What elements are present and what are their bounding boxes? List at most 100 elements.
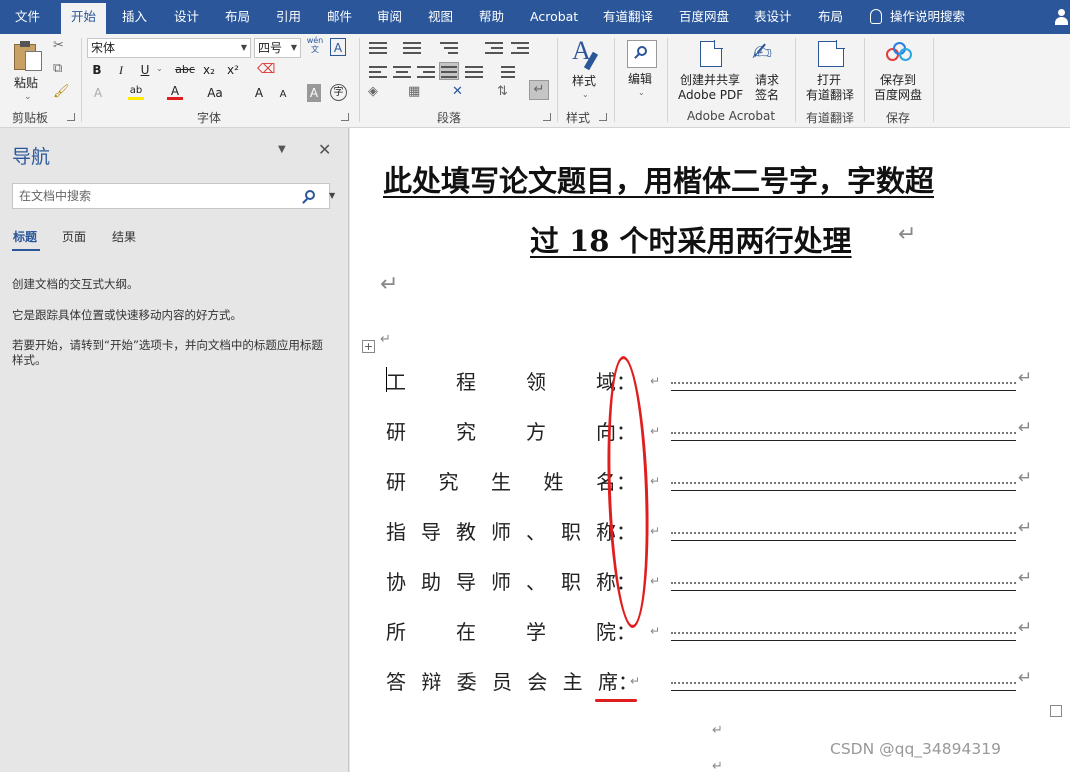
account-icon[interactable]	[1054, 9, 1068, 25]
format-painter-icon[interactable]: 🖌	[53, 84, 70, 99]
paste-button-label[interactable]: 粘贴	[14, 74, 38, 91]
form-row-input-line[interactable]	[671, 432, 1016, 441]
tab-insert[interactable]: 插入	[122, 0, 147, 34]
copy-icon[interactable]: ⧉	[53, 61, 62, 76]
clipboard-launcher-icon[interactable]	[67, 113, 75, 121]
tab-baidu[interactable]: 百度网盘	[679, 0, 729, 34]
distributed-icon[interactable]	[465, 64, 483, 78]
chinese-layout-icon[interactable]: ✕	[452, 84, 463, 99]
tab-file[interactable]: 文件	[15, 0, 40, 34]
tab-table-design[interactable]: 表设计	[754, 0, 792, 34]
line-spacing-icon[interactable]	[497, 64, 515, 78]
editing-button-label[interactable]: 编辑	[628, 72, 652, 87]
adobe-pdf-label[interactable]: Adobe PDF	[678, 88, 743, 103]
show-marks-icon[interactable]: ↵	[529, 80, 549, 100]
search-icon[interactable]	[305, 190, 315, 200]
sign-label[interactable]: 签名	[755, 88, 779, 103]
bullets-icon[interactable]	[369, 40, 387, 54]
chevron-down-icon[interactable]: ⌄	[156, 64, 163, 73]
sort-icon[interactable]: ⇅	[497, 84, 508, 99]
search-input[interactable]	[19, 187, 289, 205]
form-row-input-line[interactable]	[671, 682, 1016, 691]
paste-dropdown-icon[interactable]: ⌄	[24, 92, 32, 102]
find-icon[interactable]	[627, 40, 657, 68]
thesis-title-line-2[interactable]: 过 18 个时采用两行处理	[530, 218, 852, 260]
styles-button-label[interactable]: 样式	[572, 74, 596, 89]
decrease-indent-icon[interactable]	[485, 40, 503, 54]
paragraph-launcher-icon[interactable]	[543, 113, 551, 121]
thesis-title-line-1[interactable]: 此处填写论文题目，用楷体二号字，字数超	[383, 158, 934, 200]
tab-youdao[interactable]: 有道翻译	[603, 0, 653, 34]
request-signature-icon[interactable]: ✍	[752, 38, 772, 66]
justify-icon[interactable]	[439, 62, 459, 80]
tab-help[interactable]: 帮助	[479, 0, 504, 34]
bold-button[interactable]: B	[88, 61, 106, 79]
tab-home[interactable]: 开始	[61, 3, 107, 34]
tab-acrobat[interactable]: Acrobat	[530, 0, 578, 34]
cut-icon[interactable]: ✂	[53, 38, 64, 53]
close-icon[interactable]: ✕	[318, 140, 331, 159]
form-row-input-line[interactable]	[671, 382, 1016, 391]
underline-button[interactable]: U	[136, 61, 154, 79]
nav-search-box[interactable]: ▼	[12, 183, 335, 209]
youdao-translate-label[interactable]: 有道翻译	[806, 88, 854, 103]
youdao-open-label[interactable]: 打开	[817, 73, 841, 88]
tab-design[interactable]: 设计	[174, 0, 199, 34]
chevron-down-icon[interactable]: ⌄	[638, 88, 645, 97]
font-launcher-icon[interactable]	[341, 113, 349, 121]
subscript-button[interactable]: x₂	[200, 61, 218, 79]
increase-indent-icon[interactable]	[511, 40, 529, 54]
align-right-icon[interactable]	[417, 64, 435, 78]
chevron-down-icon[interactable]: ⌄	[582, 90, 589, 99]
grow-font-button[interactable]: A	[252, 84, 266, 102]
shading-icon[interactable]: ◈	[368, 84, 378, 99]
table-resize-handle[interactable]	[1050, 705, 1062, 717]
nav-options-icon[interactable]: ▼	[278, 144, 286, 155]
char-border-button[interactable]: A	[330, 38, 346, 56]
strikethrough-button[interactable]: abc	[174, 61, 196, 79]
tab-review[interactable]: 审阅	[377, 0, 402, 34]
create-share-label[interactable]: 创建并共享	[680, 73, 740, 88]
baidu-netdisk-icon[interactable]	[886, 42, 914, 64]
shrink-font-button[interactable]: A	[277, 86, 289, 104]
form-row-input-line[interactable]	[671, 482, 1016, 491]
clear-formatting-icon[interactable]: ⌫	[257, 62, 275, 77]
char-shading-button[interactable]: A	[307, 84, 321, 102]
tab-references[interactable]: 引用	[276, 0, 301, 34]
chevron-down-icon[interactable]: ▼	[329, 191, 335, 200]
youdao-translate-icon[interactable]	[818, 40, 845, 67]
font-size-select[interactable]: 四号 ▼	[254, 38, 301, 58]
tab-headings[interactable]: 标题	[13, 228, 37, 245]
superscript-button[interactable]: x²	[224, 61, 242, 79]
baidu-netdisk-label[interactable]: 百度网盘	[874, 88, 922, 103]
highlight-color-button[interactable]: ab	[128, 82, 144, 100]
align-left-icon[interactable]	[369, 64, 387, 78]
phonetic-guide-button[interactable]: wén 文	[305, 36, 325, 54]
styles-icon[interactable]: A	[570, 36, 600, 71]
styles-launcher-icon[interactable]	[599, 113, 607, 121]
numbering-icon[interactable]	[403, 40, 421, 54]
save-to-label[interactable]: 保存到	[880, 73, 916, 88]
create-pdf-icon[interactable]	[700, 40, 723, 67]
request-label[interactable]: 请求	[755, 73, 779, 88]
tab-mailings[interactable]: 邮件	[327, 0, 352, 34]
font-color-button[interactable]: A	[167, 82, 183, 100]
tab-view[interactable]: 视图	[428, 0, 453, 34]
tab-results[interactable]: 结果	[112, 228, 136, 245]
multilevel-list-icon[interactable]	[440, 40, 458, 54]
tab-table-layout[interactable]: 布局	[818, 0, 843, 34]
form-row-input-line[interactable]	[671, 532, 1016, 541]
font-name-select[interactable]: 宋体 ▼	[87, 38, 251, 58]
form-row-input-line[interactable]	[671, 632, 1016, 641]
tell-me-search[interactable]: 操作说明搜索	[870, 0, 965, 34]
italic-button[interactable]: I	[112, 61, 130, 79]
form-row-input-line[interactable]	[671, 582, 1016, 591]
table-move-handle[interactable]: +	[362, 340, 375, 353]
tab-pages[interactable]: 页面	[62, 228, 86, 245]
document-page[interactable]: 此处填写论文题目，用楷体二号字，字数超 过 18 个时采用两行处理 ↵ ↵ ↵ …	[350, 128, 1070, 772]
change-case-button[interactable]: Aa	[205, 84, 225, 102]
borders-icon[interactable]: ▦	[408, 84, 420, 99]
align-center-icon[interactable]	[393, 64, 411, 78]
text-effects-button[interactable]: A	[90, 84, 106, 102]
enclose-char-button[interactable]: 字	[330, 84, 347, 101]
